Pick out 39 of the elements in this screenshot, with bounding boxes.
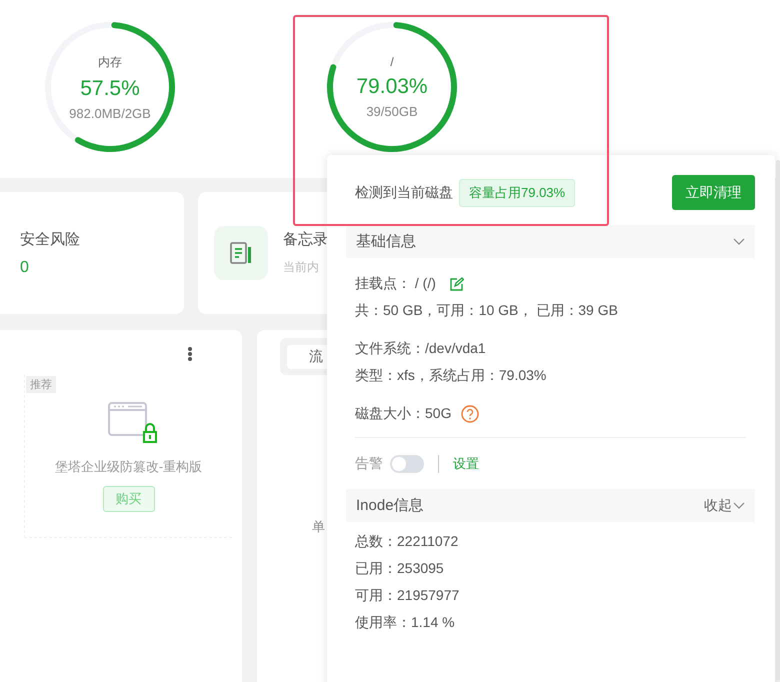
memo-subtitle: 当前内 bbox=[283, 259, 320, 276]
gauge-label: 内存 bbox=[98, 54, 122, 70]
collapse-toggle[interactable]: 收起 bbox=[704, 496, 745, 514]
stat-title: 安全风险 bbox=[20, 230, 80, 248]
help-icon[interactable] bbox=[462, 404, 480, 422]
locked-window-icon bbox=[108, 402, 156, 443]
section-header[interactable]: 基础信息 bbox=[346, 225, 755, 258]
inode-line: 已用：253095 bbox=[355, 559, 444, 578]
info-line: 磁盘大小：50G bbox=[355, 404, 452, 423]
memo-title: 备忘录 bbox=[283, 230, 328, 249]
more-icon[interactable] bbox=[188, 347, 192, 361]
settings-link[interactable]: 设置 bbox=[453, 455, 479, 473]
gauge-label: / bbox=[390, 55, 394, 69]
info-line: 挂载点： / (/) bbox=[355, 274, 436, 293]
inode-line: 可用：21957977 bbox=[355, 586, 460, 605]
gauge-value: 79.03% bbox=[356, 75, 428, 99]
alert-label: 告警 bbox=[355, 455, 383, 473]
gauge-detail: 982.0MB/2GB bbox=[69, 106, 151, 120]
info-line: 文件系统：/dev/vda1 bbox=[355, 339, 486, 358]
recommend-tag: 推荐 bbox=[26, 376, 56, 393]
inode-line: 总数：22211072 bbox=[355, 532, 458, 551]
gauge-detail: 39/50GB bbox=[366, 104, 418, 119]
chevron-icon bbox=[734, 502, 744, 509]
section-title: 基础信息 bbox=[356, 232, 416, 251]
info-line: 类型：xfs，系统占用：79.03% bbox=[355, 366, 546, 385]
chevron-icon bbox=[734, 238, 744, 245]
clean-button[interactable]: 立即清理 bbox=[672, 175, 755, 210]
memo-icon bbox=[230, 242, 251, 264]
edit-icon[interactable] bbox=[450, 276, 464, 290]
disk-message: 检测到当前磁盘 bbox=[355, 184, 453, 202]
inode-line: 使用率：1.14 % bbox=[355, 613, 455, 632]
usage-tag: 容量占用79.03% bbox=[459, 178, 576, 206]
section-title: Inode信息 bbox=[356, 496, 424, 515]
plugin-name: 堡塔企业级防篡改-重构版 bbox=[54, 458, 202, 476]
gauge-value: 57.5% bbox=[80, 76, 140, 100]
stat-value: 0 bbox=[20, 258, 30, 276]
alert-switch[interactable] bbox=[390, 455, 424, 473]
axis-label: 单 bbox=[312, 518, 325, 536]
info-line: 共：50 GB，可用：10 GB， 已用：39 GB bbox=[355, 301, 618, 320]
